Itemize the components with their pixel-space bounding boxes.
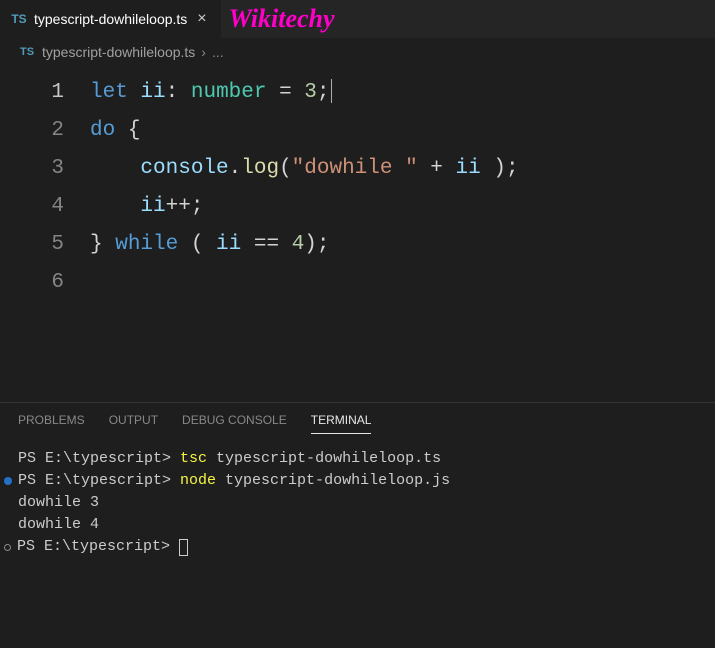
line-number: 6 [0, 264, 90, 302]
code-content[interactable]: } while ( ii == 4); [90, 226, 330, 264]
line-marker-icon [4, 544, 11, 551]
line-number: 2 [0, 112, 90, 150]
line-marker-icon [4, 477, 12, 485]
typescript-icon: TS [10, 12, 28, 26]
code-content[interactable]: let ii: number = 3; [90, 74, 332, 112]
tab-bar: TS typescript-dowhileloop.ts × Wikitechy [0, 0, 715, 38]
typescript-icon: TS [18, 46, 36, 58]
line-number: 5 [0, 226, 90, 264]
code-line[interactable]: 2do { [0, 112, 715, 150]
file-tab[interactable]: TS typescript-dowhileloop.ts × [0, 0, 221, 38]
terminal-line: PS E:\typescript> node typescript-dowhil… [18, 470, 697, 492]
breadcrumb[interactable]: TS typescript-dowhileloop.ts › ... [0, 38, 715, 66]
tab-debug-console[interactable]: DEBUG CONSOLE [182, 413, 287, 434]
line-number: 1 [0, 74, 90, 112]
code-content[interactable]: console.log("dowhile " + ii ); [90, 150, 519, 188]
editor-cursor [331, 79, 332, 103]
terminal-line: dowhile 3 [18, 492, 697, 514]
code-line[interactable]: 6 [0, 264, 715, 302]
terminal-line: PS E:\typescript> tsc typescript-dowhile… [18, 448, 697, 470]
terminal-output[interactable]: PS E:\typescript> tsc typescript-dowhile… [0, 434, 715, 572]
panel-tabs: PROBLEMS OUTPUT DEBUG CONSOLE TERMINAL [0, 403, 715, 434]
code-line[interactable]: 1let ii: number = 3; [0, 74, 715, 112]
terminal-line: dowhile 4 [18, 514, 697, 536]
tab-filename: typescript-dowhileloop.ts [34, 11, 187, 27]
line-number: 3 [0, 150, 90, 188]
line-number: 4 [0, 188, 90, 226]
tab-output[interactable]: OUTPUT [109, 413, 158, 434]
code-line[interactable]: 4 ii++; [0, 188, 715, 226]
terminal-cursor [179, 539, 188, 556]
code-content[interactable]: ii++; [90, 188, 203, 226]
breadcrumb-more: ... [212, 44, 224, 60]
code-line[interactable]: 3 console.log("dowhile " + ii ); [0, 150, 715, 188]
bottom-panel: PROBLEMS OUTPUT DEBUG CONSOLE TERMINAL P… [0, 402, 715, 572]
code-editor[interactable]: 1let ii: number = 3;2do {3 console.log("… [0, 66, 715, 322]
code-line[interactable]: 5} while ( ii == 4); [0, 226, 715, 264]
editor-spacer [0, 322, 715, 402]
tab-problems[interactable]: PROBLEMS [18, 413, 85, 434]
close-icon[interactable]: × [193, 10, 210, 28]
terminal-line: PS E:\typescript> [18, 536, 697, 558]
chevron-right-icon: › [201, 44, 206, 60]
tab-terminal[interactable]: TERMINAL [311, 413, 372, 434]
code-content[interactable]: do { [90, 112, 140, 150]
watermark-text: Wikitechy [229, 4, 335, 34]
breadcrumb-file: typescript-dowhileloop.ts [42, 44, 195, 60]
